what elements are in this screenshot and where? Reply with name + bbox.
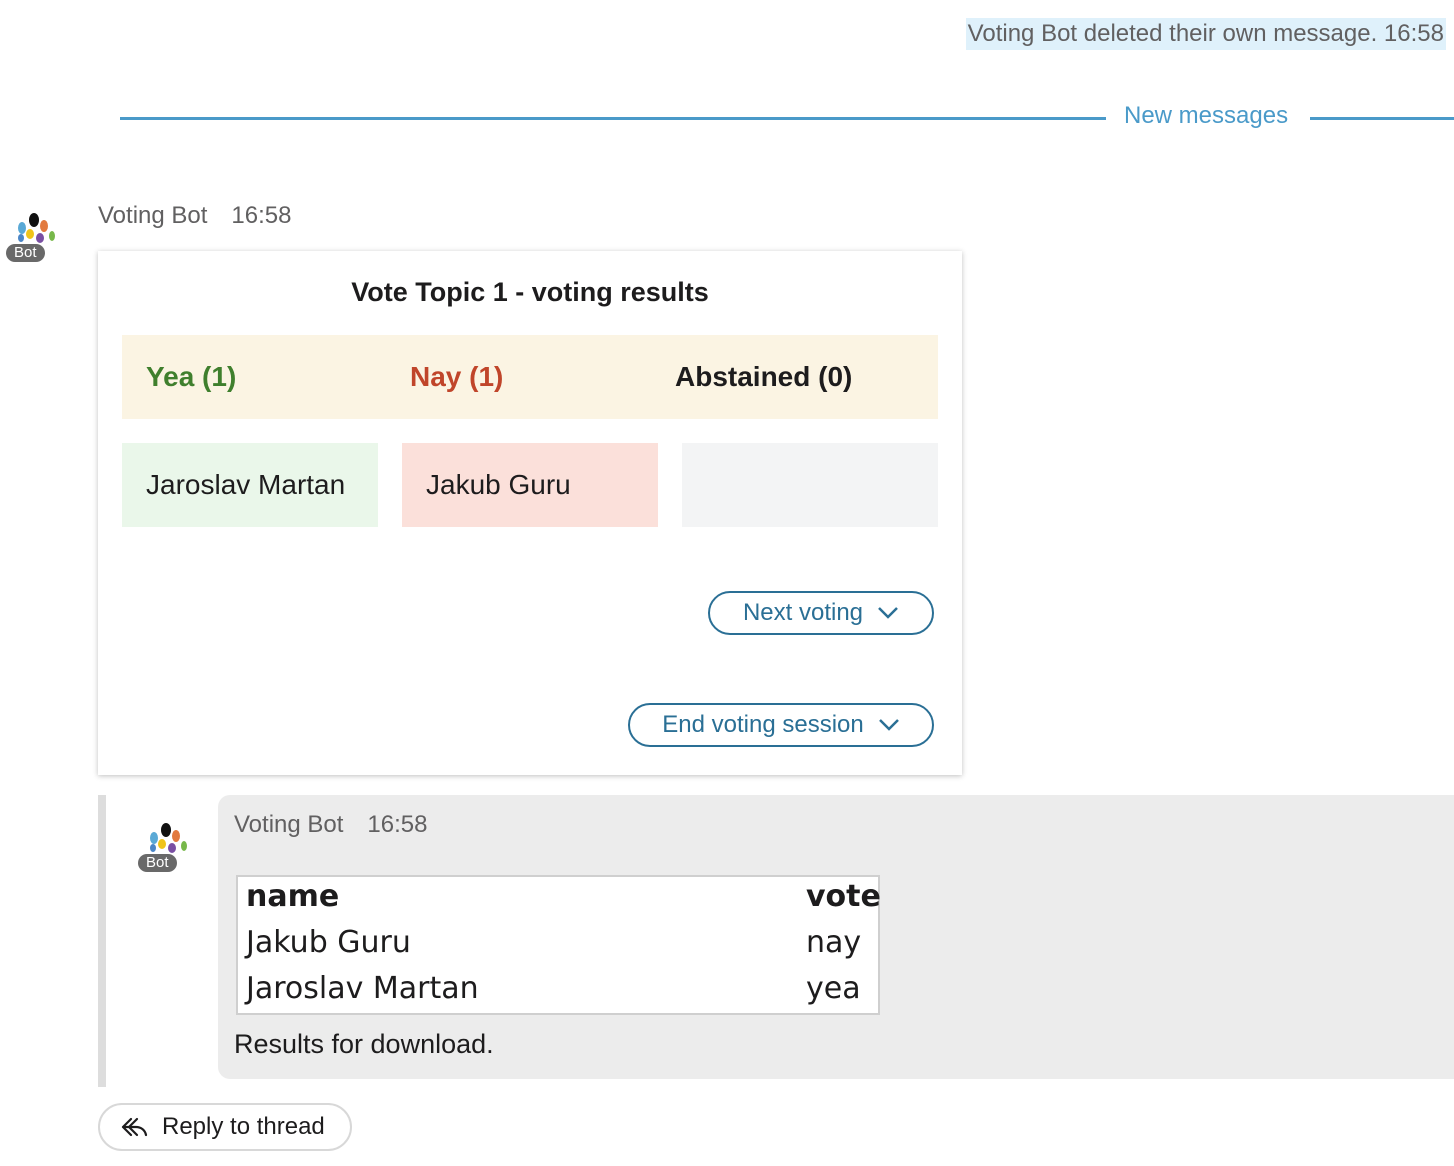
new-messages-divider-line-right — [1310, 117, 1454, 120]
chevron-down-icon — [878, 719, 899, 731]
download-text: Results for download. — [234, 1029, 494, 1059]
reply-to-thread-label: Reply to thread — [162, 1113, 325, 1140]
next-voting-button[interactable]: Next voting — [708, 591, 934, 635]
nay-column-header: Nay (1) — [410, 361, 504, 392]
thread-message-header: Voting Bot 16:58 — [234, 811, 427, 839]
new-messages-divider-line-left — [120, 117, 1106, 120]
table-header-name: name — [246, 879, 340, 914]
yea-voter: Jaroslav Martan — [146, 469, 346, 500]
author-name[interactable]: Voting Bot — [98, 202, 207, 229]
table-cell-vote: nay — [806, 925, 862, 960]
thread-message-time[interactable]: 16:58 — [367, 811, 427, 838]
reply-arrow-icon — [121, 1117, 148, 1137]
thread-indicator-bar — [98, 795, 106, 1087]
message-time[interactable]: 16:58 — [231, 202, 291, 229]
table-cell-vote: yea — [806, 971, 861, 1006]
next-voting-label: Next voting — [742, 599, 864, 626]
table-header-vote: vote — [806, 879, 881, 914]
system-message: Voting Bot deleted their own message. 16… — [965, 18, 1446, 50]
chat-page: Voting Bot deleted their own message. 16… — [0, 0, 1454, 1166]
bot-badge: Bot — [138, 854, 177, 872]
abstained-voters-cell — [682, 443, 938, 527]
end-voting-session-label: End voting session — [662, 711, 864, 738]
results-table: name vote Jakub Guru nay Jaroslav Martan… — [236, 875, 881, 1015]
thread-author-name[interactable]: Voting Bot — [234, 811, 343, 838]
table-cell-name: Jaroslav Martan — [246, 971, 479, 1006]
bot-badge: Bot — [6, 244, 45, 262]
abstained-column-header: Abstained (0) — [675, 361, 853, 392]
end-voting-session-button[interactable]: End voting session — [628, 703, 934, 747]
reply-to-thread-button[interactable]: Reply to thread — [98, 1103, 352, 1151]
yea-column-header: Yea (1) — [146, 361, 237, 392]
thread-reply-bubble: Voting Bot 16:58 name vote Jakub Guru nay… — [218, 795, 1454, 1079]
chevron-down-icon — [878, 607, 898, 619]
message-header: Voting Bot 16:58 — [98, 202, 291, 230]
bot-avatar[interactable]: Bot — [6, 210, 58, 266]
thread-bot-avatar[interactable]: Bot — [138, 820, 190, 876]
nay-voter: Jakub Guru — [426, 469, 571, 500]
voting-results-card: Vote Topic 1 - voting results Yea (1) Na… — [98, 251, 962, 775]
yea-voters-cell: Jaroslav Martan — [122, 443, 378, 527]
table-cell-name: Jakub Guru — [246, 925, 411, 960]
card-title: Vote Topic 1 - voting results — [351, 277, 709, 307]
nay-voters-cell: Jakub Guru — [402, 443, 658, 527]
results-header-row: Yea (1) Nay (1) Abstained (0) — [122, 335, 938, 419]
new-messages-label: New messages — [1124, 102, 1289, 129]
